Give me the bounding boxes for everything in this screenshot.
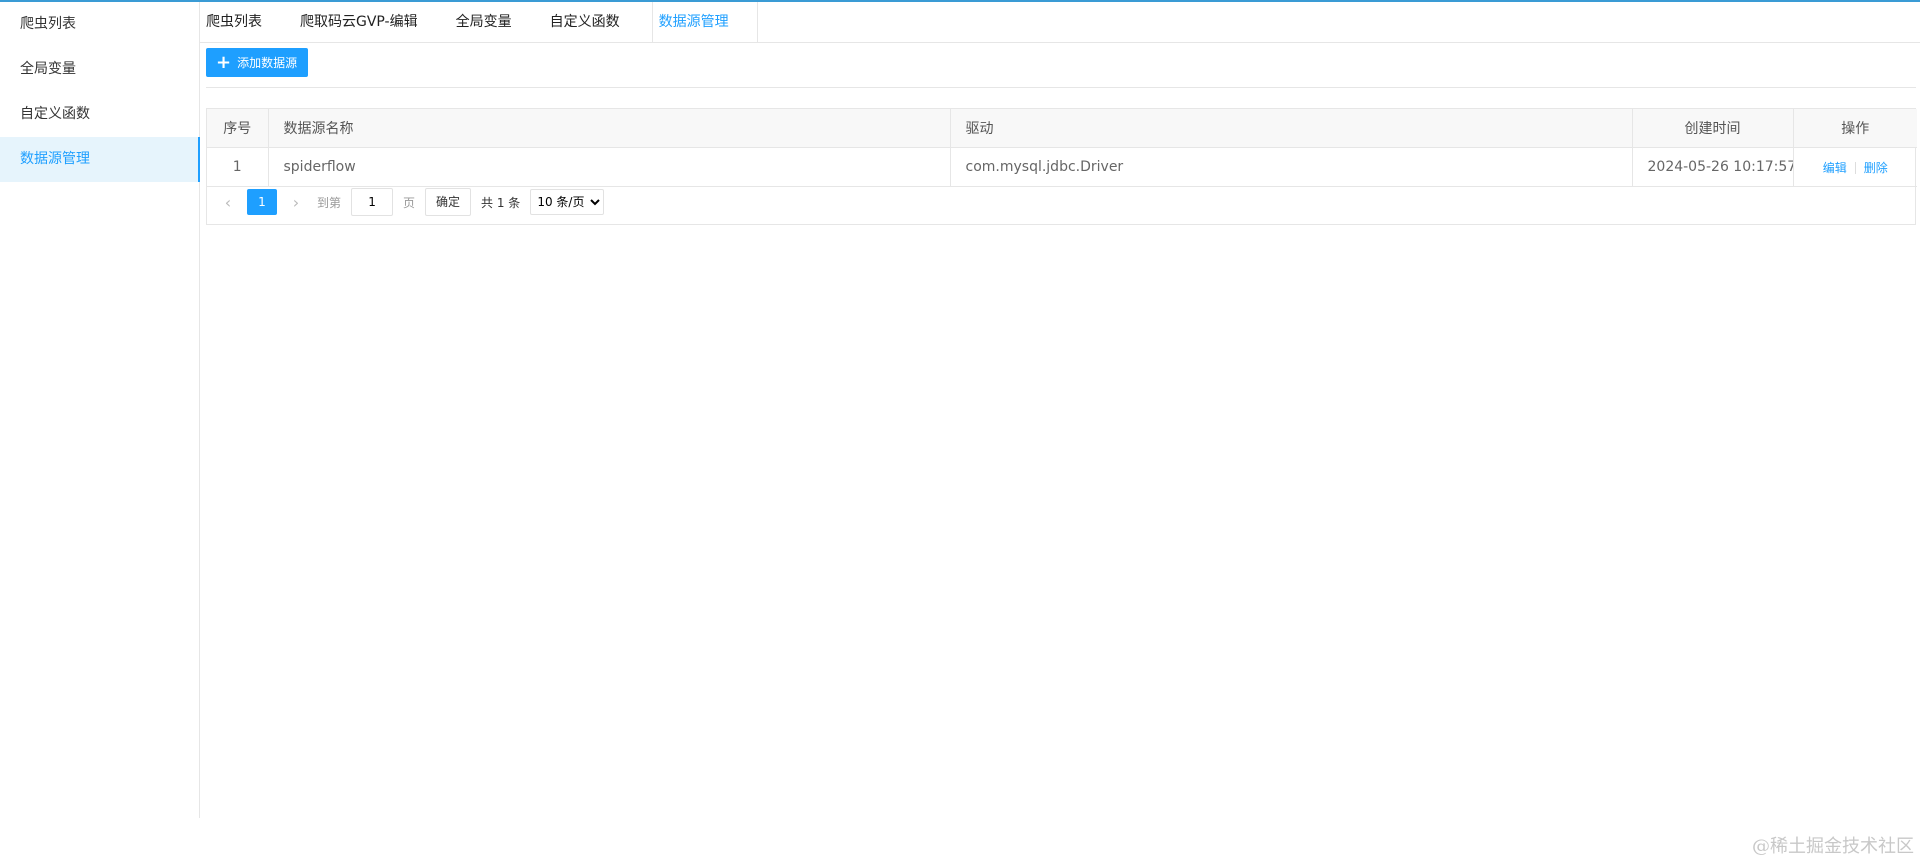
header-driver: 驱动 <box>950 109 1633 148</box>
watermark: @稀土掘金技术社区 <box>1752 836 1914 857</box>
tab-datasource-management[interactable]: 数据源管理 <box>651 2 758 42</box>
sidebar-item-custom-functions[interactable]: 自定义函数 <box>0 92 199 137</box>
cell-name: spiderflow <box>268 147 951 187</box>
goto-label: 到第 <box>317 195 342 210</box>
delete-link[interactable]: 删除 <box>1856 161 1896 175</box>
datasource-table: 序号 数据源名称 驱动 创建时间 操作 1 spiderflow com.mys… <box>206 108 1917 225</box>
sidebar-item-global-variables[interactable]: 全局变量 <box>0 47 199 92</box>
tab-bar: 爬虫列表 爬取码云GVP-编辑 全局变量 自定义函数 数据源管理 <box>200 2 1920 43</box>
sidebar: 爬虫列表 全局变量 自定义函数 数据源管理 <box>0 2 200 818</box>
edit-link[interactable]: 编辑 <box>1815 161 1855 175</box>
chevron-right-icon[interactable]: › <box>287 193 305 212</box>
total-count: 共 1 条 <box>481 195 521 210</box>
tab-spider-edit[interactable]: 爬取码云GVP-编辑 <box>294 2 432 42</box>
tab-global-variables[interactable]: 全局变量 <box>450 2 526 42</box>
add-datasource-button[interactable]: + 添加数据源 <box>206 48 308 77</box>
tab-spider-list[interactable]: 爬虫列表 <box>200 2 276 42</box>
add-datasource-label: 添加数据源 <box>237 56 298 70</box>
chevron-left-icon[interactable]: ‹ <box>219 193 237 212</box>
header-index: 序号 <box>207 109 269 148</box>
cell-created: 2024-05-26 10:17:57 <box>1632 147 1794 187</box>
page-number-input[interactable] <box>351 188 394 216</box>
plus-icon: + <box>216 51 232 73</box>
header-actions: 操作 <box>1793 109 1917 148</box>
sidebar-item-datasource-management[interactable]: 数据源管理 <box>0 137 200 182</box>
confirm-button[interactable]: 确定 <box>425 188 472 216</box>
cell-driver: com.mysql.jdbc.Driver <box>950 147 1633 187</box>
current-page-button[interactable]: 1 <box>247 189 277 215</box>
header-name: 数据源名称 <box>268 109 951 148</box>
cell-index: 1 <box>207 147 269 187</box>
table-row: 1 spiderflow com.mysql.jdbc.Driver 2024-… <box>207 147 1917 187</box>
header-created: 创建时间 <box>1632 109 1794 148</box>
sidebar-item-spider-list[interactable]: 爬虫列表 <box>0 2 199 47</box>
table-header-row: 序号 数据源名称 驱动 创建时间 操作 <box>207 109 1917 148</box>
toolbar-divider <box>206 87 1916 88</box>
tab-custom-functions[interactable]: 自定义函数 <box>544 2 634 42</box>
page-size-select[interactable]: 10 条/页 <box>530 189 605 215</box>
cell-actions: 编辑 删除 <box>1793 147 1917 187</box>
pagination: ‹ 1 › 到第 页 确定 共 1 条 10 条/页 <box>207 187 605 217</box>
page-unit-label: 页 <box>403 195 416 210</box>
